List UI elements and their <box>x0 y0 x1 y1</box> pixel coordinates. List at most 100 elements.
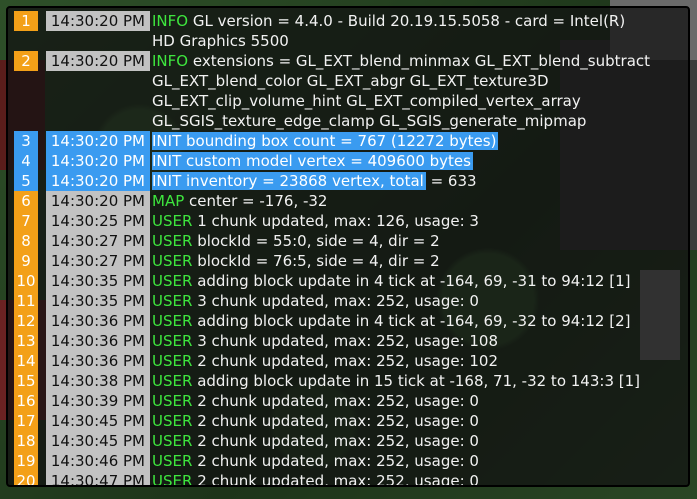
log-text: blockId = 76:5, side = 4, dir = 2 <box>197 252 440 270</box>
log-tag: INFO <box>152 52 189 70</box>
log-message: USER 2 chunk updated, max: 252, usage: 0 <box>152 391 652 411</box>
log-line[interactable]: 4 14:30:20 PM INIT custom model vertex = 4… <box>14 151 688 171</box>
log-line[interactable]: 11 14:30:35 PM USER 3 chunk updated, max: … <box>14 291 688 311</box>
timestamp: 14:30:25 PM <box>46 211 150 231</box>
log-line[interactable]: 3 14:30:20 PM INIT bounding box count = 76… <box>14 131 688 151</box>
log-text: 2 chunk updated, max: 252, usage: 0 <box>197 432 479 450</box>
log-text: 2 chunk updated, max: 252, usage: 0 <box>197 452 479 470</box>
log-line[interactable]: 14 14:30:36 PM USER 2 chunk updated, max: … <box>14 351 688 371</box>
log-text: GL version = 4.4.0 - Build 20.19.15.5058… <box>152 12 626 50</box>
log-line[interactable]: 1 14:30:20 PM INFO GL version = 4.4.0 - Bu… <box>14 11 688 51</box>
timestamp: 14:30:20 PM <box>46 171 150 191</box>
line-number: 11 <box>14 291 38 311</box>
log-line[interactable]: 9 14:30:27 PM USER blockId = 76:5, side = … <box>14 251 688 271</box>
log-tag: USER <box>152 292 193 310</box>
log-message: INIT inventory = 23868 vertex, total = 6… <box>152 171 652 191</box>
log-line[interactable]: 6 14:30:20 PM MAP center = -176, -32 <box>14 191 688 211</box>
log-line[interactable]: 20 14:30:47 PM USER 2 chunk updated, max: … <box>14 471 688 487</box>
line-number: 15 <box>14 371 38 391</box>
line-number: 1 <box>14 11 38 31</box>
log-line[interactable]: 5 14:30:20 PM INIT inventory = 23868 verte… <box>14 171 688 191</box>
debug-log-window[interactable]: 1 14:30:20 PM INFO GL version = 4.4.0 - Bu… <box>6 6 690 487</box>
timestamp: 14:30:47 PM <box>46 471 150 485</box>
log-tag: USER <box>152 252 193 270</box>
log-text: bounding box count = 767 (12272 bytes) <box>186 132 497 150</box>
line-number: 20 <box>14 471 38 485</box>
log-tag: USER <box>152 352 193 370</box>
timestamp: 14:30:38 PM <box>46 371 150 391</box>
log-text: 2 chunk updated, max: 252, usage: 0 <box>197 412 479 430</box>
line-number: 9 <box>14 251 38 271</box>
log-line[interactable]: 2 14:30:20 PM INFO extensions = GL_EXT_ble… <box>14 51 688 131</box>
log-text: 3 chunk updated, max: 252, usage: 108 <box>197 332 499 350</box>
line-number: 5 <box>14 171 38 191</box>
log-text: center = -176, -32 <box>189 192 328 210</box>
log-line[interactable]: 13 14:30:36 PM USER 3 chunk updated, max: … <box>14 331 688 351</box>
timestamp: 14:30:27 PM <box>46 251 150 271</box>
timestamp: 14:30:35 PM <box>46 271 150 291</box>
log-message: USER 3 chunk updated, max: 252, usage: 0 <box>152 291 652 311</box>
log-line[interactable]: 7 14:30:25 PM USER 1 chunk updated, max: 1… <box>14 211 688 231</box>
log-tag: USER <box>152 432 193 450</box>
log-message: USER 3 chunk updated, max: 252, usage: 1… <box>152 331 652 351</box>
log-text: custom model vertex = 409600 bytes <box>186 152 471 170</box>
log-tag: INFO <box>152 12 189 30</box>
line-number: 12 <box>14 311 38 331</box>
log-message: USER adding block update in 15 tick at -… <box>152 371 652 391</box>
log-tag: USER <box>152 312 193 330</box>
line-number: 3 <box>14 131 38 151</box>
log-text: 1 chunk updated, max: 126, usage: 3 <box>197 212 479 230</box>
log-text: extensions = GL_EXT_blend_minmax GL_EXT_… <box>152 52 651 130</box>
log-line[interactable]: 10 14:30:35 PM USER adding block update in… <box>14 271 688 291</box>
timestamp: 14:30:36 PM <box>46 351 150 371</box>
log-text: adding block update in 4 tick at -164, 6… <box>197 272 631 290</box>
log-text: adding block update in 15 tick at -168, … <box>197 372 641 390</box>
log-tag: INIT <box>152 172 182 190</box>
log-tag: USER <box>152 392 193 410</box>
log-line[interactable]: 17 14:30:45 PM USER 2 chunk updated, max: … <box>14 411 688 431</box>
log-tag: USER <box>152 452 193 470</box>
log-text: 3 chunk updated, max: 252, usage: 0 <box>197 292 479 310</box>
line-number: 14 <box>14 351 38 371</box>
timestamp: 14:30:36 PM <box>46 311 150 331</box>
log-message: INIT bounding box count = 767 (12272 byt… <box>152 131 652 151</box>
line-number: 16 <box>14 391 38 411</box>
timestamp: 14:30:20 PM <box>46 191 150 211</box>
log-text: blockId = 55:0, side = 4, dir = 2 <box>197 232 440 250</box>
log-tag: USER <box>152 412 193 430</box>
timestamp: 14:30:20 PM <box>46 51 150 71</box>
line-number: 7 <box>14 211 38 231</box>
log-line[interactable]: 16 14:30:39 PM USER 2 chunk updated, max: … <box>14 391 688 411</box>
line-number: 19 <box>14 451 38 471</box>
log-message: USER 1 chunk updated, max: 126, usage: 3 <box>152 211 652 231</box>
log-tag: INIT <box>152 132 182 150</box>
log-text: 2 chunk updated, max: 252, usage: 0 <box>197 472 479 487</box>
timestamp: 14:30:36 PM <box>46 331 150 351</box>
log-tag: INIT <box>152 152 182 170</box>
selection-highlight: INIT bounding box count = 767 (12272 byt… <box>152 132 499 150</box>
log-line[interactable]: 12 14:30:36 PM USER adding block update in… <box>14 311 688 331</box>
log-tag: MAP <box>152 192 185 210</box>
log-line[interactable]: 8 14:30:27 PM USER blockId = 55:0, side = … <box>14 231 688 251</box>
log-message: USER 2 chunk updated, max: 252, usage: 0 <box>152 451 652 471</box>
line-number: 13 <box>14 331 38 351</box>
log-message: USER adding block update in 4 tick at -1… <box>152 311 652 331</box>
timestamp: 14:30:35 PM <box>46 291 150 311</box>
log-message: USER blockId = 76:5, side = 4, dir = 2 <box>152 251 652 271</box>
log-line[interactable]: 18 14:30:45 PM USER 2 chunk updated, max: … <box>14 431 688 451</box>
timestamp: 14:30:20 PM <box>46 131 150 151</box>
selection-highlight: INIT inventory = 23868 vertex, total <box>152 172 426 190</box>
timestamp: 14:30:45 PM <box>46 411 150 431</box>
log-message: USER adding block update in 4 tick at -1… <box>152 271 652 291</box>
log-text: 2 chunk updated, max: 252, usage: 0 <box>197 392 479 410</box>
selection-highlight: INIT custom model vertex = 409600 bytes <box>152 152 473 170</box>
log-message: USER 2 chunk updated, max: 252, usage: 0 <box>152 411 652 431</box>
line-number: 17 <box>14 411 38 431</box>
log-line[interactable]: 19 14:30:46 PM USER 2 chunk updated, max: … <box>14 451 688 471</box>
log-message: INFO GL version = 4.4.0 - Build 20.19.15… <box>152 11 652 51</box>
log-line[interactable]: 15 14:30:38 PM USER adding block update in… <box>14 371 688 391</box>
log-tag: USER <box>152 332 193 350</box>
line-number: 10 <box>14 271 38 291</box>
line-number: 18 <box>14 431 38 451</box>
log-text: inventory = 23868 vertex, total <box>186 172 424 190</box>
